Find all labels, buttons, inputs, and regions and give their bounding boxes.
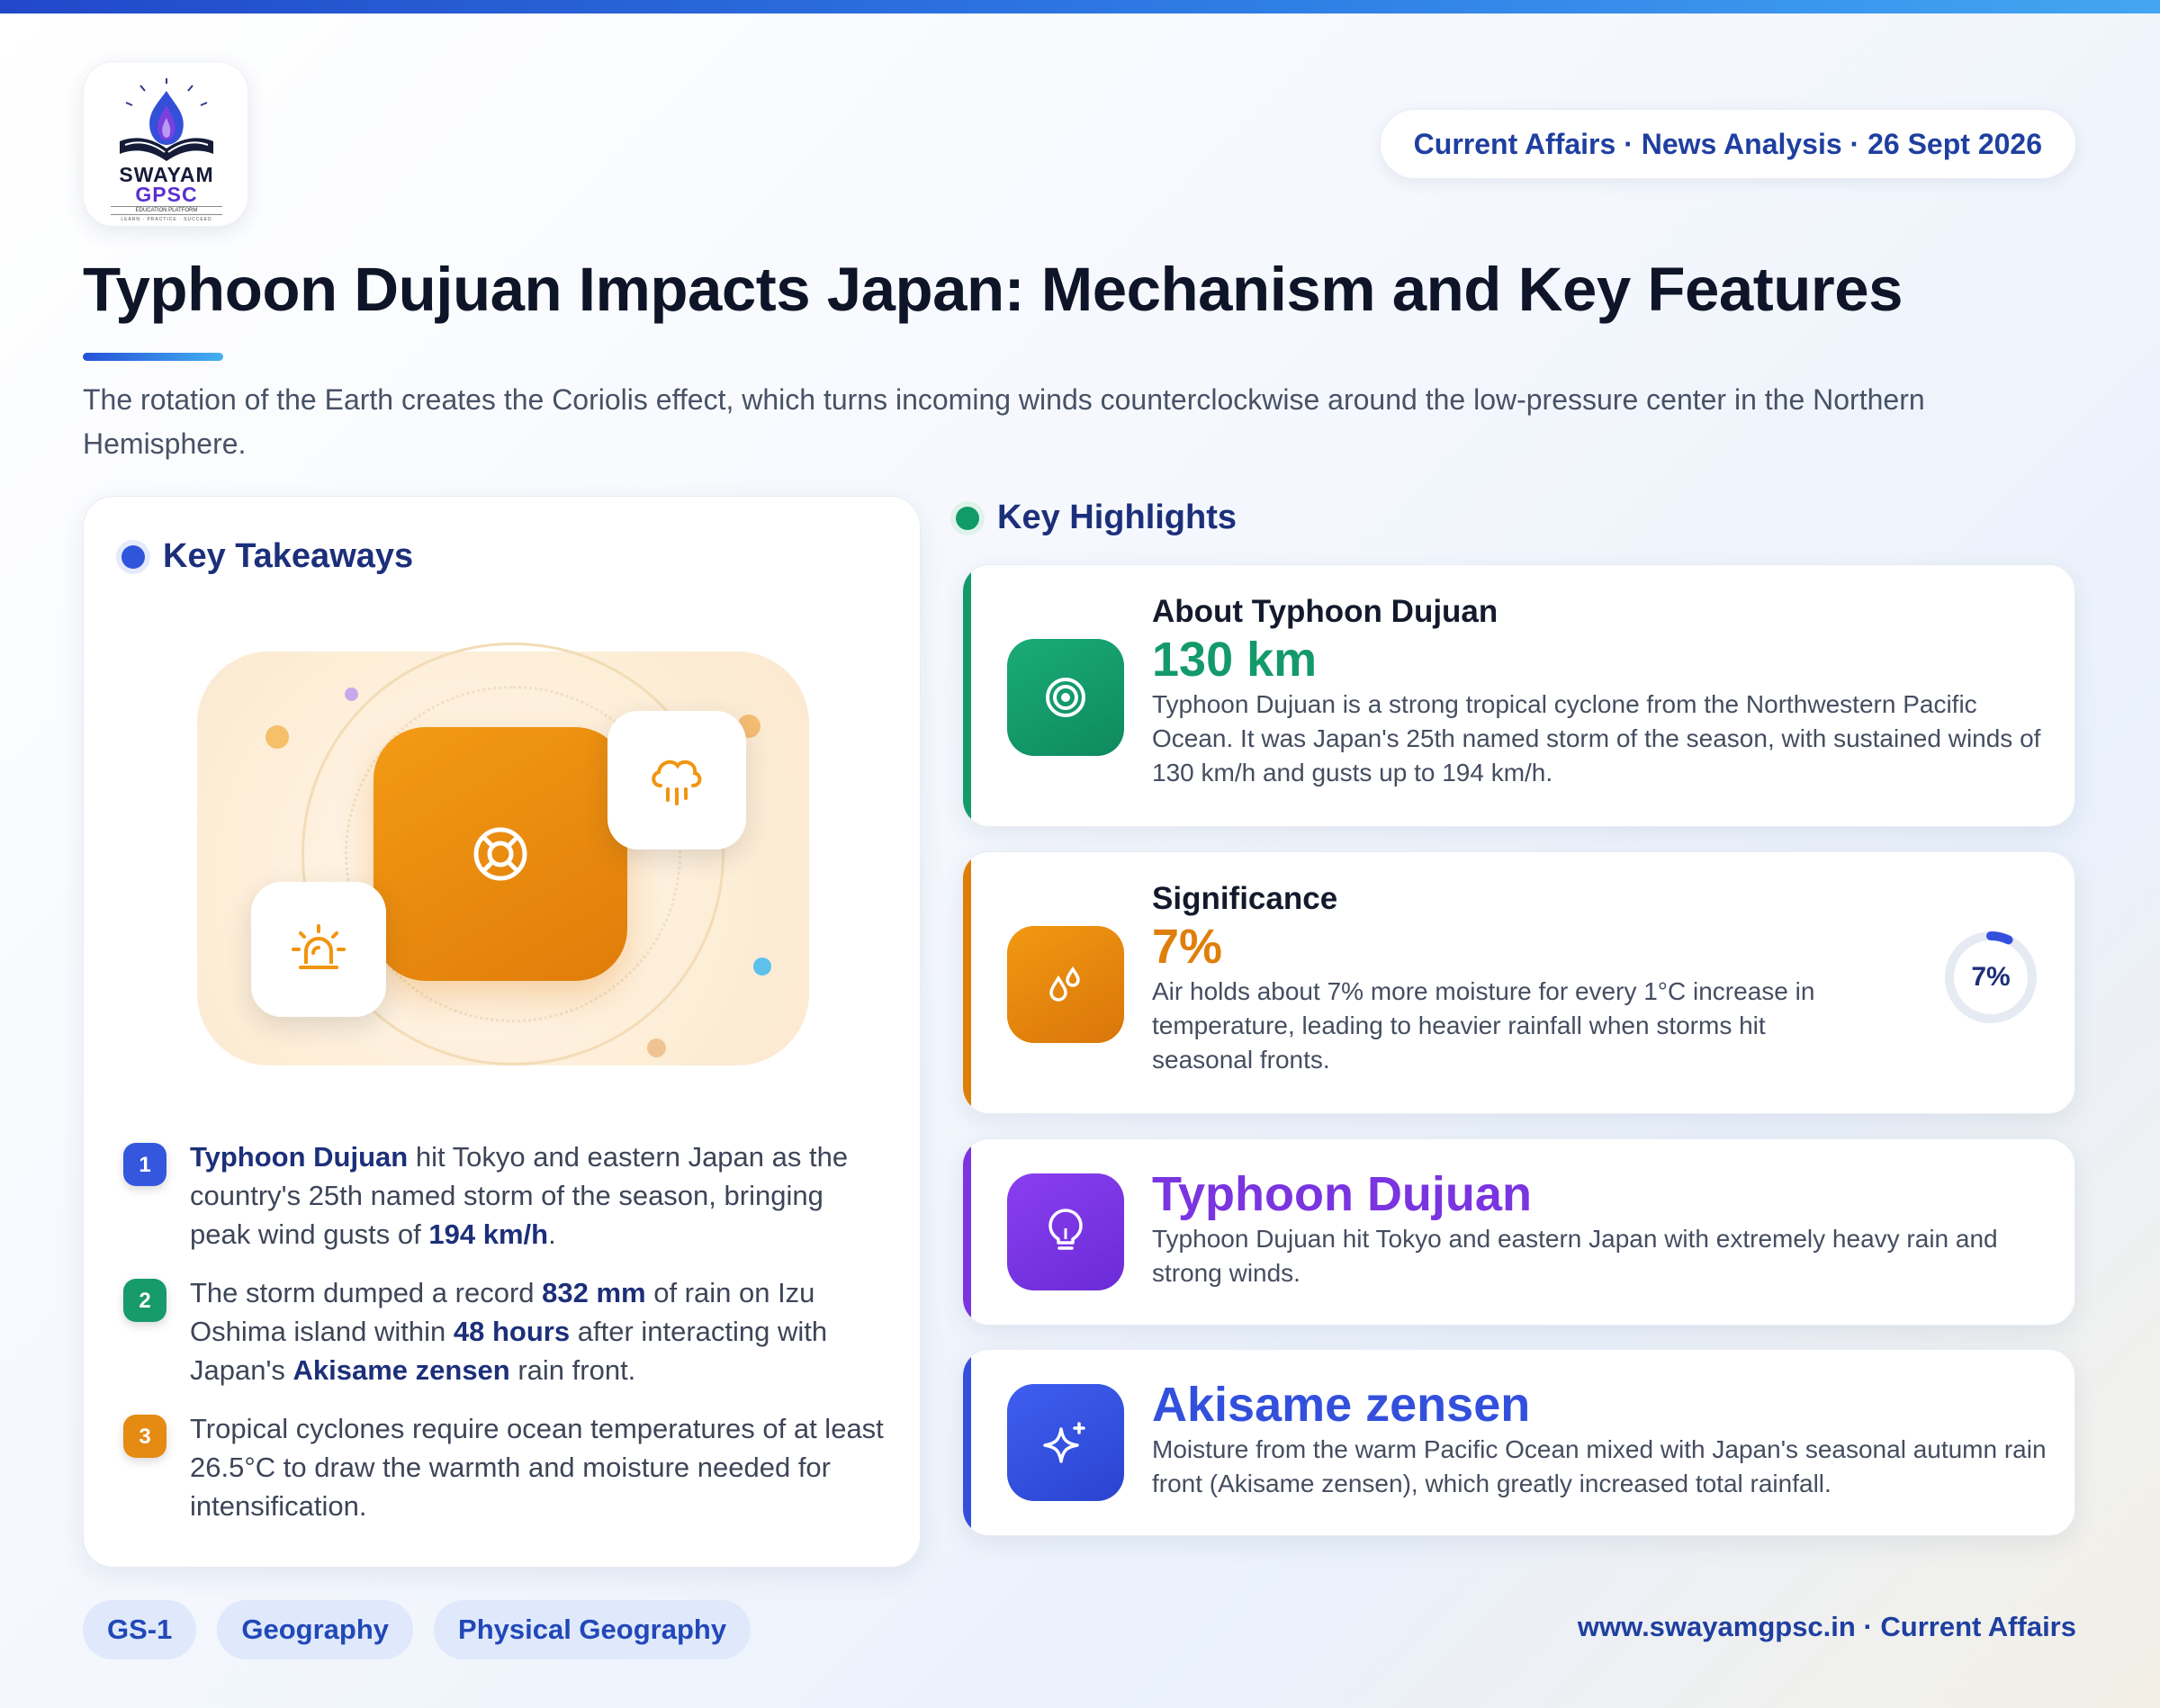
takeaway-item: 3 Tropical cyclones require ocean tempera… <box>123 1409 888 1525</box>
card-stat: Typhoon Dujuan <box>1152 1167 1532 1221</box>
footer-site-link[interactable]: www.swayamgpsc.in · Current Affairs <box>1578 1611 2076 1643</box>
rain-cloud-tile <box>608 711 746 850</box>
logo-wordmark-line2: GPSC <box>135 183 198 206</box>
takeaway-number-badge: 1 <box>123 1143 166 1186</box>
takeaway-emphasis: 194 km/h <box>428 1218 549 1250</box>
decor-dot <box>266 725 289 749</box>
lightbulb-icon <box>1007 1173 1124 1290</box>
flame-book-icon <box>120 78 213 161</box>
key-takeaways-heading: Key Takeaways <box>122 537 413 576</box>
highlight-card-about: About Typhoon Dujuan 130 km Typhoon Duju… <box>962 564 2075 827</box>
card-accent-bar <box>963 1350 971 1535</box>
tag-geography[interactable]: Geography <box>217 1600 414 1659</box>
title-underline <box>83 353 223 361</box>
tag-gs1[interactable]: GS-1 <box>83 1600 197 1659</box>
card-stat: Akisame zensen <box>1152 1378 1531 1432</box>
topic-tags: GS-1 Geography Physical Geography <box>83 1600 752 1659</box>
takeaway-text: rain front. <box>509 1354 636 1386</box>
card-accent-bar <box>963 565 971 826</box>
logo-motto: LEARN · PRACTICE · SUCCEED <box>121 217 212 222</box>
takeaway-item: 2 The storm dumped a record 832 mm of rai… <box>123 1273 888 1389</box>
key-takeaways-card: Key Takeaways 1 Typhoon Dujuan hit Tokyo… <box>83 496 921 1568</box>
takeaway-text: The storm dumped a record <box>190 1277 543 1308</box>
takeaway-emphasis: Akisame zensen <box>292 1354 510 1386</box>
percent-ring-gauge: 7% <box>1943 930 2038 1025</box>
takeaway-number-badge: 2 <box>123 1279 166 1322</box>
droplets-icon <box>1007 926 1124 1043</box>
card-title: About Typhoon Dujuan <box>1152 594 1498 629</box>
takeaway-text: . <box>548 1218 556 1250</box>
takeaways-list: 1 Typhoon Dujuan hit Tokyo and eastern Ja… <box>123 1137 888 1545</box>
page-subtitle: The rotation of the Earth creates the Co… <box>83 383 1925 460</box>
key-highlights-heading: Key Highlights <box>956 499 1237 537</box>
takeaway-emphasis: 48 hours <box>453 1316 571 1347</box>
card-description: Air holds about 7% more moisture for eve… <box>1152 977 1815 1074</box>
logo-tagline: EDUCATION PLATFORM <box>111 206 222 215</box>
decor-dot <box>647 1038 666 1057</box>
page-title: Typhoon Dujuan Impacts Japan: Mechanism … <box>83 255 1904 324</box>
card-title: Significance <box>1152 881 1338 916</box>
sparkles-icon <box>1007 1384 1124 1501</box>
bullet-dot-icon <box>956 506 979 530</box>
target-icon <box>1007 639 1124 756</box>
key-takeaways-heading-label: Key Takeaways <box>163 537 414 575</box>
date-pill: Current Affairs · News Analysis · 26 Sep… <box>1379 109 2076 179</box>
card-stat: 7% <box>1152 920 1223 974</box>
takeaway-emphasis: Typhoon Dujuan <box>190 1141 409 1173</box>
alarm-siren-tile <box>251 882 386 1017</box>
card-description: Moisture from the warm Pacific Ocean mix… <box>1152 1435 2047 1497</box>
brand-logo[interactable]: SWAYAM GPSC EDUCATION PLATFORM LEARN · P… <box>83 61 248 227</box>
decor-dot <box>345 688 358 701</box>
card-accent-bar <box>963 852 971 1113</box>
lifebuoy-icon <box>473 827 527 881</box>
card-description: Typhoon Dujuan hit Tokyo and eastern Jap… <box>1152 1225 1998 1287</box>
takeaway-number-badge: 3 <box>123 1415 166 1458</box>
key-highlights-heading-label: Key Highlights <box>997 499 1238 536</box>
tag-physical-geography[interactable]: Physical Geography <box>434 1600 752 1659</box>
rain-cloud-icon <box>652 760 702 805</box>
bullet-dot-icon <box>122 544 145 569</box>
highlight-card-akisame: Akisame zensen Moisture from the warm Pa… <box>962 1349 2075 1536</box>
highlight-card-significance: Significance 7% Air holds about 7% more … <box>962 851 2075 1114</box>
highlight-card-typhoon: Typhoon Dujuan Typhoon Dujuan hit Tokyo … <box>962 1138 2075 1326</box>
takeaway-item: 1 Typhoon Dujuan hit Tokyo and eastern Ja… <box>123 1137 888 1254</box>
card-stat: 130 km <box>1152 633 1318 687</box>
takeaway-emphasis: 832 mm <box>542 1277 646 1308</box>
percent-ring-label: 7% <box>1971 962 2011 992</box>
takeaway-text: Tropical cyclones require ocean temperat… <box>190 1413 884 1522</box>
card-description: Typhoon Dujuan is a strong tropical cycl… <box>1152 690 2041 787</box>
alarm-siren-icon <box>292 924 346 969</box>
card-accent-bar <box>963 1139 971 1325</box>
top-accent-bar <box>0 0 2160 13</box>
typhoon-illustration <box>197 643 809 1065</box>
decor-dot <box>753 957 771 975</box>
lifebuoy-tile <box>374 727 627 981</box>
